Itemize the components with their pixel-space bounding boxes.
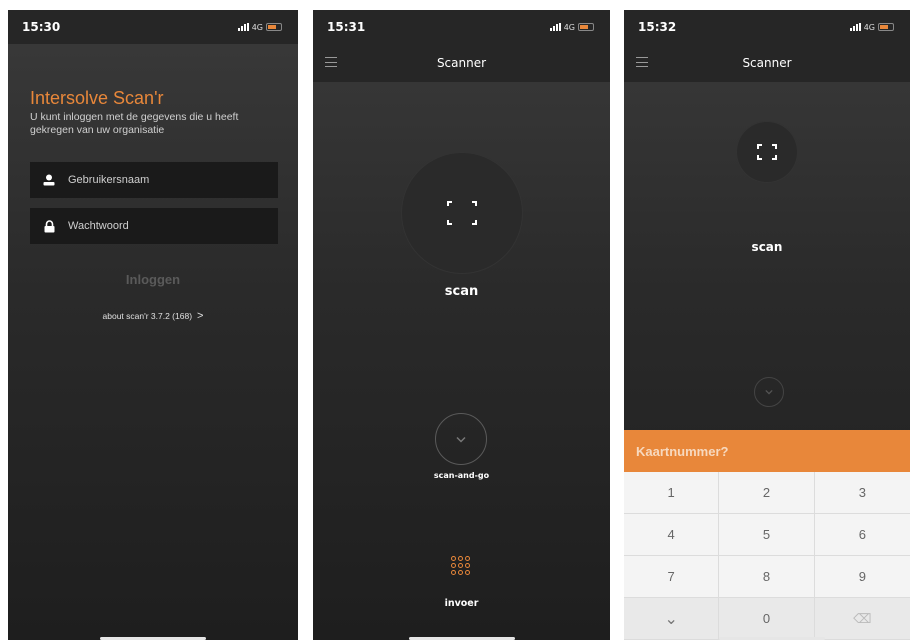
network-label: 4G [863,22,875,32]
chevron-right-icon: > [197,310,204,322]
username-placeholder: Gebruikersnaam [68,174,150,186]
key-3[interactable]: 3 [814,472,910,514]
title-bar: Scanner [313,44,610,82]
numeric-keypad: 1 2 3 4 5 6 7 8 9 ⌄ 0 ⌫ [624,472,910,640]
status-bar: 15:30 4G [8,10,298,44]
status-bar: 15:32 4G [624,10,910,44]
login-button[interactable]: Inloggen [8,272,298,287]
lock-icon [30,219,68,233]
key-2[interactable]: 2 [719,472,815,514]
key-6[interactable]: 6 [814,514,910,556]
check-icon [456,436,466,443]
screen-title: Scanner [436,56,487,70]
password-placeholder: Wachtwoord [68,220,129,232]
login-screen: 15:30 4G Intersolve Scan'r U kunt inlogg… [8,10,298,640]
invoer-label[interactable]: invoer [313,598,610,609]
login-subtitle: U kunt inloggen met de gegevens die u he… [30,111,239,136]
battery-icon [578,23,594,31]
key-5[interactable]: 5 [719,514,815,556]
check-icon [765,389,773,395]
key-0[interactable]: 0 [719,598,815,640]
card-number-input[interactable]: Kaartnummer? [624,430,910,472]
key-4[interactable]: 4 [624,514,720,556]
username-field[interactable]: Gebruikersnaam [30,162,278,198]
network-label: 4G [563,22,575,32]
key-1[interactable]: 1 [624,472,720,514]
signal-icon [549,23,561,31]
scan-button[interactable] [737,122,797,182]
keypad-icon[interactable] [451,556,470,575]
scan-button[interactable] [402,153,522,273]
about-label: about scan'r 3.7.2 (168) [102,311,193,321]
status-time: 15:30 [22,20,61,34]
status-bar: 15:31 4G [313,10,610,44]
card-entry-screen: 15:32 4G Scanner scan Kaartnummer? 1 2 3… [624,10,910,640]
key-7[interactable]: 7 [624,556,720,598]
battery-icon [878,23,894,31]
dismiss-keyboard-key[interactable]: ⌄ [624,598,720,640]
status-time: 15:32 [638,20,677,34]
login-header: Intersolve Scan'r U kunt inloggen met de… [30,88,280,137]
scanner-screen: 15:31 4G Scanner scan scan-and-go invoer [313,10,610,640]
scan-and-go-label[interactable]: scan-and-go [313,471,610,480]
status-time: 15:31 [327,20,366,34]
screen-title: Scanner [742,56,792,70]
backspace-icon: ⌫ [853,610,872,626]
scan-frame-icon [757,144,777,160]
app-name: Intersolve Scan'r [30,88,164,108]
backspace-key[interactable]: ⌫ [814,598,910,640]
hamburger-menu-icon[interactable] [325,57,337,67]
user-icon [30,174,68,186]
hamburger-menu-icon[interactable] [636,57,648,67]
signal-icon [849,23,861,31]
signal-icon [237,23,249,31]
chevron-down-icon: ⌄ [664,610,678,628]
password-field[interactable]: Wachtwoord [30,208,278,244]
scan-label[interactable]: scan [313,284,610,299]
scan-label[interactable]: scan [624,240,910,254]
network-label: 4G [251,22,263,32]
battery-icon [266,23,282,31]
key-9[interactable]: 9 [814,556,910,598]
title-bar: Scanner [624,44,910,82]
scan-and-go-button[interactable] [435,413,487,465]
key-8[interactable]: 8 [719,556,815,598]
scan-and-go-button[interactable] [754,377,784,407]
about-link[interactable]: about scan'r 3.7.2 (168) > [8,310,298,322]
scan-frame-icon [447,201,477,225]
